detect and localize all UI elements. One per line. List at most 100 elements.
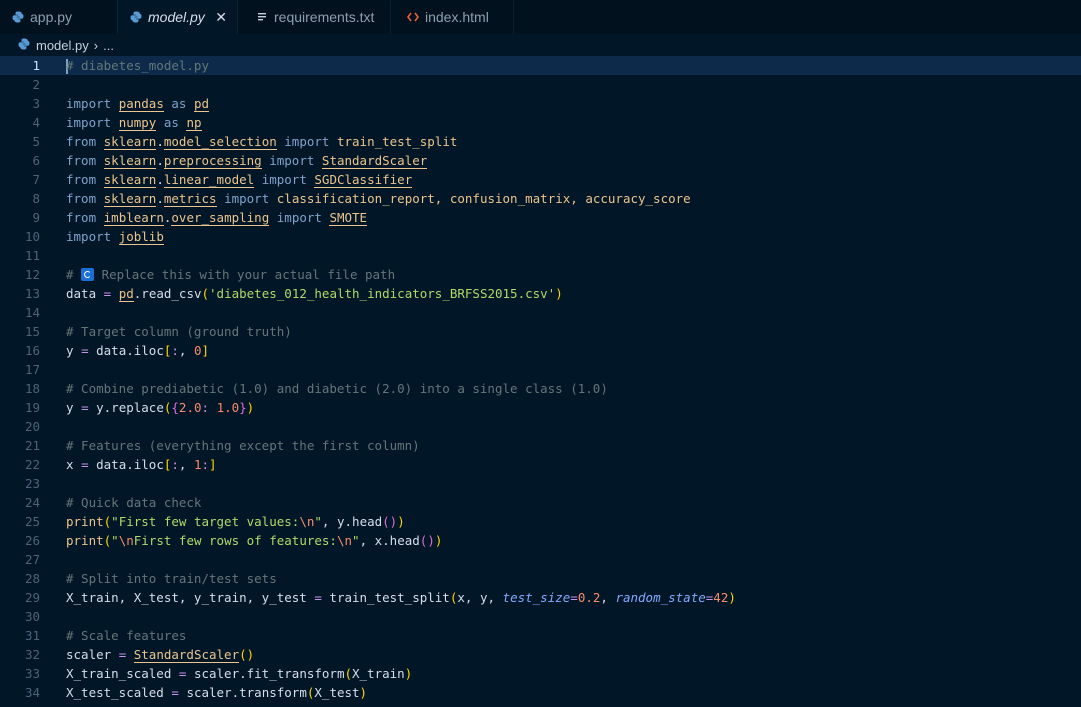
function-call: print [66, 514, 104, 529]
line-number: 22 [24, 457, 40, 472]
string: " [314, 514, 322, 529]
comma: , [359, 533, 375, 548]
tab-label: model.py [148, 9, 205, 25]
code-editor[interactable]: 1 # diabetes_model.py 2 3 import pandas as… [0, 56, 1081, 707]
code-line: 19 y = y.replace({2.0: 1.0}) [0, 398, 1081, 417]
variable: y [336, 514, 345, 529]
operator: = [81, 343, 89, 358]
keyword: import [66, 115, 112, 130]
variable-list: X_train, X_test, y_train, y_test [66, 590, 307, 605]
module-name: sklearn [103, 153, 157, 169]
escape-sequence: \n [336, 533, 353, 548]
line-number: 13 [24, 286, 40, 301]
code-line: 3 import pandas as pd [0, 94, 1081, 113]
tab-app-py[interactable]: app.py [0, 0, 118, 34]
breadcrumb-file[interactable]: model.py [36, 38, 89, 53]
code-line: 16 y = data.iloc[:, 0] [0, 341, 1081, 360]
method-call: .head [344, 514, 383, 529]
close-icon[interactable]: ✕ [215, 9, 227, 26]
string: 'diabetes_012_health_indicators_BRFSS201… [209, 286, 556, 301]
method-call: .read_csv [133, 286, 202, 301]
line-number: 32 [24, 647, 40, 662]
code-line: 12 # Replace this with your actual file p… [0, 265, 1081, 284]
tab-model-py[interactable]: model.py ✕ [118, 0, 238, 34]
line-number: 5 [32, 134, 40, 149]
paren: ) [359, 685, 368, 700]
line-number: 15 [24, 324, 40, 339]
line-number: 2 [32, 77, 40, 92]
keyword: from [66, 191, 97, 206]
code-line: 2 [0, 75, 1081, 94]
repeat-emoji-icon [81, 268, 95, 281]
code-line: 25 print("First few target values:\n", y.… [0, 512, 1081, 531]
code-line: 20 [0, 417, 1081, 436]
operator: : [201, 400, 210, 415]
breadcrumb-rest[interactable]: ... [103, 38, 114, 53]
variable: y [66, 400, 74, 415]
operator: = [314, 590, 322, 605]
keyword: import [66, 229, 112, 244]
code-line: 22 x = data.iloc[:, 1:] [0, 455, 1081, 474]
imported-name: StandardScaler [321, 153, 428, 169]
dot: . [156, 191, 164, 206]
paren: ) [246, 400, 255, 415]
tab-label: index.html [425, 9, 489, 25]
code-line: 28 # Split into train/test sets [0, 569, 1081, 588]
module-name: numpy [118, 115, 157, 131]
string: " [352, 533, 360, 548]
string: " [111, 533, 119, 548]
code-line: 7 from sklearn.linear_model import SGDCla… [0, 170, 1081, 189]
module-name: sklearn [103, 172, 157, 188]
tab-bar: app.py model.py ✕ requirements.txt index… [0, 0, 1081, 34]
keyword: import [276, 210, 322, 225]
operator: : [171, 457, 179, 472]
code-line: 18 # Combine prediabetic (1.0) and diabet… [0, 379, 1081, 398]
line-number: 23 [24, 476, 40, 491]
variable: scaler [66, 647, 112, 662]
keyword: from [66, 210, 97, 225]
method-call: .transform [231, 685, 307, 700]
tab-requirements-txt[interactable]: requirements.txt [238, 0, 391, 34]
python-icon [130, 11, 142, 23]
number: 2.0 [178, 400, 202, 415]
module-alias: pd [193, 96, 210, 112]
submodule-name: model_selection [163, 134, 277, 150]
number: 1.0 [216, 400, 240, 415]
code-line: 29 X_train, X_test, y_train, y_test = tra… [0, 588, 1081, 607]
method-call: .fit_transform [239, 666, 345, 681]
bracket: ] [201, 343, 210, 358]
code-line: 14 [0, 303, 1081, 322]
line-number: 10 [24, 229, 40, 244]
comma: , [321, 514, 337, 529]
code-line: 6 from sklearn.preprocessing import Stand… [0, 151, 1081, 170]
line-number: 8 [32, 191, 40, 206]
line-number: 16 [24, 343, 40, 358]
tab-index-html[interactable]: index.html [391, 0, 514, 34]
code-line: 1 # diabetes_model.py [0, 56, 1081, 75]
variable: y [66, 343, 74, 358]
paren: () [382, 514, 398, 529]
keyword: import [66, 96, 112, 111]
breadcrumb: model.py › ... [0, 34, 1081, 56]
keyword-argument: test_size [502, 590, 571, 605]
code-line: 8 from sklearn.metrics import classificat… [0, 189, 1081, 208]
python-icon [12, 11, 24, 23]
dot: . [156, 172, 164, 187]
number: 0 [193, 343, 202, 358]
line-number: 34 [24, 685, 40, 700]
code-line: 26 print("\nFirst few rows of features:\n… [0, 531, 1081, 550]
module-alias: pd [118, 286, 134, 302]
code-line: 11 [0, 246, 1081, 265]
line-number: 4 [32, 115, 40, 130]
submodule-name: preprocessing [163, 153, 262, 169]
comment: # Target column (ground truth) [66, 324, 292, 339]
variable: data [66, 286, 97, 301]
comment: # Combine prediabetic (1.0) and diabetic… [66, 381, 608, 396]
line-number: 30 [24, 609, 40, 624]
method-call: y.replace [96, 400, 164, 415]
line-number: 21 [24, 438, 40, 453]
operator: = [171, 685, 179, 700]
operator: : [201, 457, 210, 472]
operator: = [81, 457, 89, 472]
comment: # diabetes_model.py [66, 58, 209, 73]
